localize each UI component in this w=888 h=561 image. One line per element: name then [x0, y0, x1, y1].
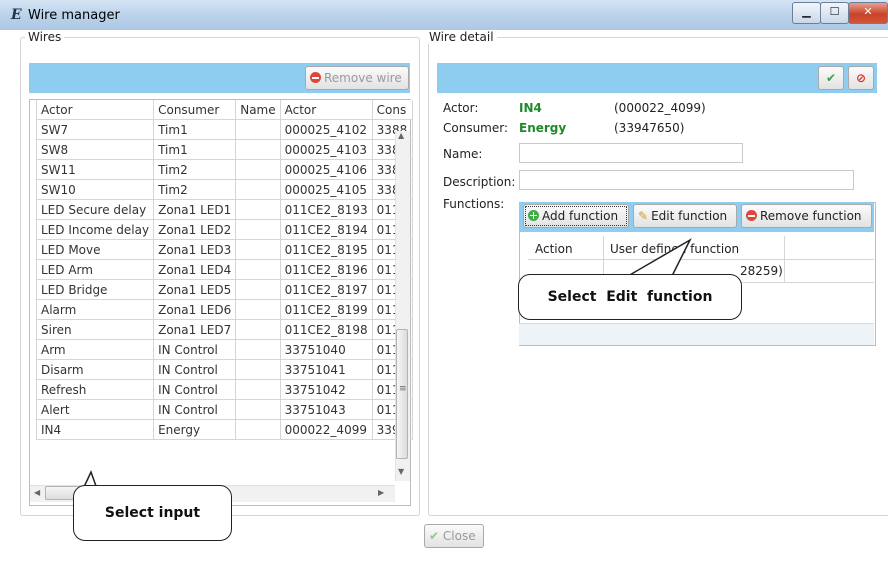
wire-manager-window: E Wire manager ▁ ☐ ✕ Wires Remove wire A… — [0, 0, 888, 561]
callout-pointers — [83, 238, 692, 488]
select-edit-pointer — [627, 238, 692, 277]
select-edit-function-callout: Select Edit function — [518, 274, 742, 320]
select-input-callout: Select input — [73, 485, 232, 541]
